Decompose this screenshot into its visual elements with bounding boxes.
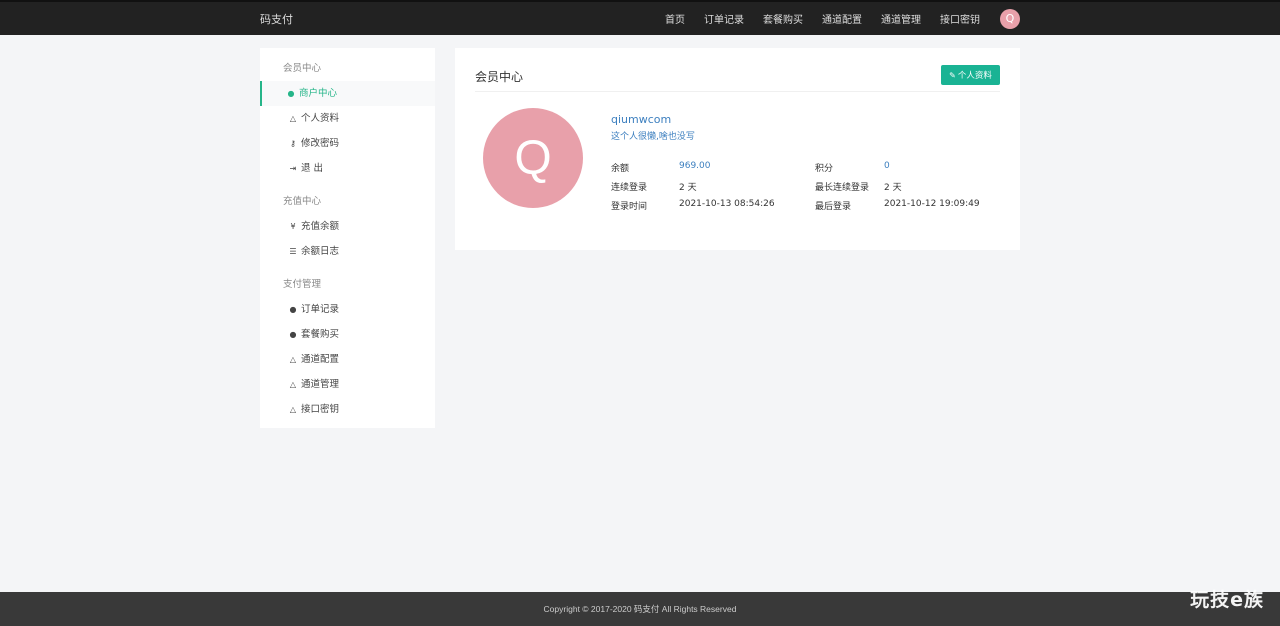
username-link[interactable]: qiumwcom — [611, 113, 671, 126]
top-nav: 首页 订单记录 套餐购买 通道配置 通道管理 接口密钥 Q — [646, 2, 1020, 35]
sidebar-item-orders[interactable]: ● 订单记录 — [260, 297, 435, 322]
avatar: Q — [483, 108, 583, 208]
user-circle-icon: ● — [289, 330, 297, 339]
pencil-icon: ✎ — [949, 70, 956, 80]
panel-header: 会员中心 ✎ 个人资料 — [475, 64, 1000, 92]
user-circle-icon: ● — [289, 305, 297, 314]
watermark: 玩技e族 — [1190, 589, 1264, 611]
sidebar-group-recharge: 充值中心 — [283, 196, 322, 207]
list-icon: ☰ — [289, 247, 297, 256]
sidebar-item-packages[interactable]: ● 套餐购买 — [260, 322, 435, 347]
nav-packages[interactable]: 套餐购买 — [763, 11, 803, 26]
lock-icon: △ — [289, 380, 297, 389]
brand-logo[interactable]: 码支付 — [260, 11, 293, 27]
sidebar: 会员中心 ● 商户中心 △ 个人资料 ⚷ 修改密码 ⇥ 退 出 充值中心 ¥ 充… — [260, 48, 435, 428]
max-streak-label: 最长连续登录 — [815, 183, 870, 193]
sidebar-item-label: 余额日志 — [301, 246, 340, 257]
sidebar-item-label: 商户中心 — [299, 88, 338, 99]
login-time-label: 登录时间 — [611, 202, 648, 212]
sign-out-icon: ⇥ — [289, 164, 297, 173]
sidebar-item-balance-log[interactable]: ☰ 余额日志 — [260, 239, 435, 264]
last-login-value: 2021-10-12 19:09:49 — [884, 199, 980, 209]
max-streak-value: 2 天 — [884, 183, 902, 193]
sidebar-item-change-password[interactable]: ⚷ 修改密码 — [260, 131, 435, 156]
sidebar-item-label: 通道配置 — [301, 354, 340, 365]
top-navbar: 码支付 首页 订单记录 套餐购买 通道配置 通道管理 接口密钥 Q — [0, 0, 1280, 35]
sidebar-item-merchant-center[interactable]: ● 商户中心 — [260, 81, 435, 106]
sidebar-item-label: 退 出 — [301, 163, 324, 174]
sidebar-item-label: 套餐购买 — [301, 329, 340, 340]
sidebar-item-logout[interactable]: ⇥ 退 出 — [260, 156, 435, 181]
sidebar-item-label: 接口密钥 — [301, 404, 340, 415]
page-title: 会员中心 — [475, 70, 524, 84]
sidebar-item-label: 充值余额 — [301, 221, 340, 232]
last-login-label: 最后登录 — [815, 202, 852, 212]
sidebar-group-payment: 支付管理 — [283, 279, 322, 290]
lock-icon: △ — [289, 114, 297, 123]
yen-icon: ¥ — [290, 222, 296, 231]
points-label: 积分 — [815, 164, 834, 174]
sidebar-item-label: 订单记录 — [301, 304, 340, 315]
nav-home[interactable]: 首页 — [665, 11, 685, 26]
login-time-value: 2021-10-13 08:54:26 — [679, 199, 775, 209]
copyright-text: Copyright © 2017-2020 码支付 All Rights Res… — [543, 604, 737, 614]
balance-label: 余额 — [611, 164, 630, 174]
sidebar-group-member: 会员中心 — [283, 63, 322, 74]
member-center-panel: 会员中心 ✎ 个人资料 Q qiumwcom 这个人很懒,啥也没写 余额 969… — [455, 48, 1020, 250]
edit-profile-label: 个人资料 — [957, 71, 992, 81]
edit-profile-button[interactable]: ✎ 个人资料 — [941, 65, 1000, 85]
sidebar-item-channel-config[interactable]: △ 通道配置 — [260, 347, 435, 372]
balance-value: 969.00 — [679, 161, 711, 171]
user-avatar-menu[interactable]: Q — [1000, 8, 1020, 29]
sidebar-item-api-key[interactable]: △ 接口密钥 — [260, 397, 435, 422]
points-value: 0 — [884, 161, 890, 171]
sidebar-item-label: 修改密码 — [301, 138, 340, 149]
lock-icon: △ — [289, 405, 297, 414]
nav-channel-manage[interactable]: 通道管理 — [881, 11, 921, 26]
footer: Copyright © 2017-2020 码支付 All Rights Res… — [0, 592, 1280, 626]
streak-value: 2 天 — [679, 183, 697, 193]
sidebar-item-profile[interactable]: △ 个人资料 — [260, 106, 435, 131]
user-signature: 这个人很懒,啥也没写 — [611, 132, 695, 142]
sidebar-item-channel-manage[interactable]: △ 通道管理 — [260, 372, 435, 397]
streak-label: 连续登录 — [611, 183, 648, 193]
sidebar-item-recharge[interactable]: ¥ 充值余额 — [260, 214, 435, 239]
nav-api-key[interactable]: 接口密钥 — [940, 11, 980, 26]
user-circle-icon: ● — [287, 89, 295, 98]
lock-icon: △ — [289, 355, 297, 364]
sidebar-item-label: 通道管理 — [301, 379, 340, 390]
sidebar-item-label: 个人资料 — [301, 113, 340, 124]
nav-channel-config[interactable]: 通道配置 — [822, 11, 862, 26]
key-icon: ⚷ — [290, 139, 296, 148]
nav-orders[interactable]: 订单记录 — [704, 11, 744, 26]
